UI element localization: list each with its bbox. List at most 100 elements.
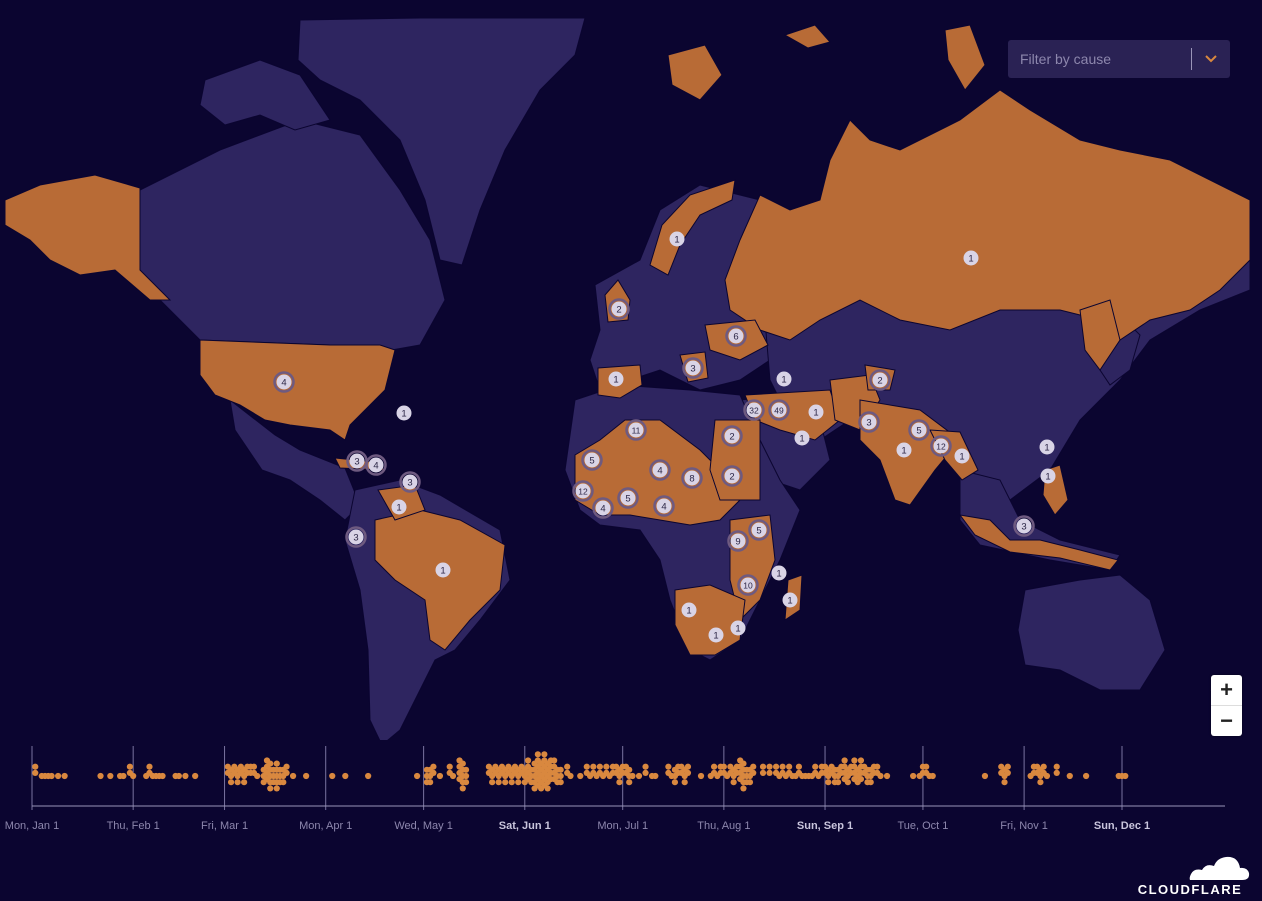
event-dot[interactable] bbox=[635, 772, 643, 780]
event-dot[interactable] bbox=[766, 763, 773, 770]
event-dot[interactable] bbox=[234, 779, 241, 786]
land-australia[interactable] bbox=[1017, 574, 1166, 691]
marker-niger[interactable]: 4 bbox=[649, 459, 671, 481]
event-dot[interactable] bbox=[48, 772, 55, 780]
event-dot[interactable] bbox=[834, 779, 842, 786]
event-dot[interactable] bbox=[107, 772, 114, 780]
event-dot[interactable] bbox=[1066, 772, 1073, 780]
marker-ukraine[interactable]: 6 bbox=[725, 325, 747, 347]
event-dot[interactable] bbox=[462, 772, 470, 780]
event-dot[interactable] bbox=[603, 763, 610, 770]
event-dot[interactable] bbox=[61, 772, 68, 780]
event-dot[interactable] bbox=[750, 763, 757, 770]
event-dot[interactable] bbox=[1040, 763, 1047, 770]
event-dot[interactable] bbox=[626, 779, 633, 786]
event-dot[interactable] bbox=[1004, 763, 1011, 770]
event-dot[interactable] bbox=[462, 766, 470, 773]
event-dot[interactable] bbox=[923, 763, 930, 770]
event-dot[interactable] bbox=[120, 772, 127, 780]
marker-balkans[interactable]: 3 bbox=[682, 357, 704, 379]
event-dot[interactable] bbox=[1004, 769, 1011, 776]
marker-sudan[interactable]: 2 bbox=[721, 465, 743, 487]
event-dot[interactable] bbox=[684, 769, 692, 776]
world-map[interactable]: 112631411 232 49 13511121 121113 43548 21254 41… bbox=[0, 0, 1262, 740]
marker-tanzania[interactable]: 9 bbox=[727, 530, 749, 552]
event-dot[interactable] bbox=[273, 760, 280, 767]
event-dot[interactable] bbox=[449, 772, 457, 780]
event-dot[interactable] bbox=[280, 779, 287, 786]
marker-united-states[interactable]: 4 bbox=[273, 371, 295, 393]
event-dot[interactable] bbox=[981, 772, 989, 780]
zoom-out-button[interactable]: − bbox=[1211, 705, 1242, 736]
event-dot[interactable] bbox=[616, 779, 623, 786]
event-dot[interactable] bbox=[596, 763, 603, 770]
region-usa[interactable] bbox=[199, 339, 396, 441]
event-dot[interactable] bbox=[671, 779, 679, 786]
event-dot[interactable] bbox=[175, 772, 182, 780]
marker-guinea[interactable]: 12 bbox=[572, 480, 594, 502]
event-dot[interactable] bbox=[303, 772, 310, 780]
marker-chad[interactable]: 8 bbox=[681, 467, 703, 489]
filter-by-cause-dropdown[interactable]: Filter by cause bbox=[1008, 40, 1230, 78]
event-dot[interactable] bbox=[273, 785, 280, 792]
marker-nepal[interactable]: 5 bbox=[908, 419, 930, 441]
event-dot[interactable] bbox=[250, 763, 258, 770]
event-dot[interactable] bbox=[267, 785, 274, 792]
event-dot[interactable] bbox=[772, 763, 780, 770]
event-dot[interactable] bbox=[626, 766, 633, 773]
event-dot[interactable] bbox=[146, 763, 153, 770]
event-dot[interactable] bbox=[462, 779, 470, 786]
event-dot[interactable] bbox=[254, 772, 261, 780]
chevron-down-icon[interactable] bbox=[1192, 54, 1230, 64]
marker-haiti[interactable]: 4 bbox=[365, 454, 387, 476]
event-dot[interactable] bbox=[910, 772, 917, 780]
marker-antilles[interactable]: 3 bbox=[399, 471, 421, 493]
event-dot[interactable] bbox=[841, 757, 848, 764]
event-dot[interactable] bbox=[557, 766, 564, 773]
event-dot[interactable] bbox=[779, 763, 786, 770]
event-dot[interactable] bbox=[874, 763, 881, 770]
event-dot[interactable] bbox=[642, 763, 649, 770]
event-dot[interactable] bbox=[430, 763, 437, 770]
event-dot[interactable] bbox=[759, 769, 767, 776]
marker-mauritania[interactable]: 5 bbox=[581, 449, 603, 471]
event-dot[interactable] bbox=[857, 757, 865, 764]
event-dot[interactable] bbox=[544, 785, 551, 792]
event-dot[interactable] bbox=[489, 779, 496, 786]
event-dot[interactable] bbox=[427, 779, 434, 786]
event-dot[interactable] bbox=[495, 779, 502, 786]
event-dot[interactable] bbox=[557, 772, 564, 780]
event-dot[interactable] bbox=[1083, 772, 1090, 780]
event-dot[interactable] bbox=[430, 769, 437, 776]
region-svalbard[interactable] bbox=[783, 24, 831, 49]
event-dot[interactable] bbox=[857, 776, 865, 783]
event-dot[interactable] bbox=[681, 779, 688, 786]
event-dot[interactable] bbox=[642, 769, 649, 776]
event-dot[interactable] bbox=[508, 779, 515, 786]
event-dot[interactable] bbox=[786, 763, 793, 770]
region-southern-africa[interactable] bbox=[674, 584, 746, 656]
marker-algeria[interactable]: 11 bbox=[625, 419, 647, 441]
event-dot[interactable] bbox=[851, 757, 858, 764]
event-dot[interactable] bbox=[564, 763, 571, 770]
event-dot[interactable] bbox=[844, 779, 851, 786]
land-canada[interactable] bbox=[139, 119, 446, 353]
event-dot[interactable] bbox=[665, 763, 672, 770]
event-dot[interactable] bbox=[551, 757, 558, 764]
event-dot[interactable] bbox=[740, 760, 747, 767]
marker-mozambique[interactable]: 10 bbox=[737, 574, 759, 596]
event-dot[interactable] bbox=[329, 772, 336, 780]
timeline-chart[interactable]: Mon, Jan 1 Thu, Feb 1 Fri, Mar 1 Mon, Apr 1… bbox=[0, 740, 1262, 840]
event-dot[interactable] bbox=[1043, 772, 1051, 780]
event-dot[interactable] bbox=[750, 769, 757, 776]
event-dot[interactable] bbox=[459, 760, 466, 767]
event-dot[interactable] bbox=[1001, 779, 1008, 786]
event-dot[interactable] bbox=[524, 757, 532, 764]
event-dot[interactable] bbox=[459, 785, 466, 792]
event-dot[interactable] bbox=[929, 772, 936, 780]
event-dot[interactable] bbox=[746, 779, 754, 786]
event-dot[interactable] bbox=[710, 763, 718, 770]
event-dot[interactable] bbox=[342, 772, 349, 780]
event-dot[interactable] bbox=[126, 763, 134, 770]
event-dot[interactable] bbox=[697, 772, 705, 780]
